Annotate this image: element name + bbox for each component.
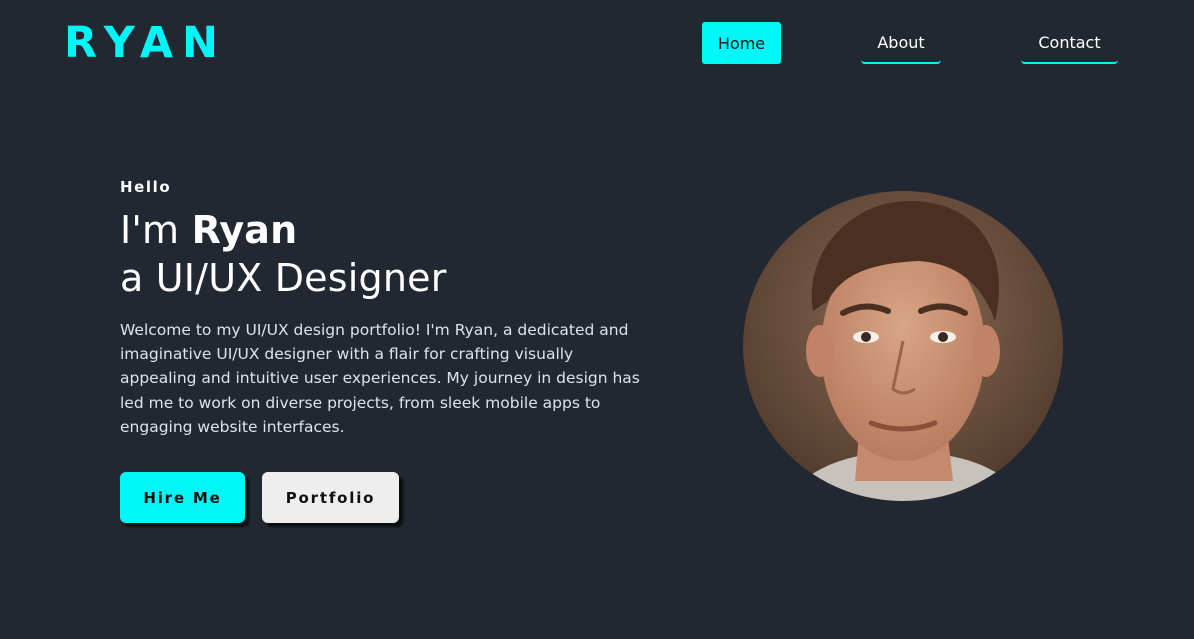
profile-photo-icon	[743, 191, 1063, 501]
headline-prefix: I'm	[120, 208, 192, 252]
portfolio-button[interactable]: Portfolio	[262, 472, 399, 523]
headline-name: Ryan	[191, 208, 298, 252]
headline-role: a UI/UX Designer	[120, 256, 447, 300]
nav-contact[interactable]: Contact	[1021, 22, 1118, 64]
hero-headline: I'm Ryan a UI/UX Designer	[120, 206, 650, 302]
nav-home[interactable]: Home	[702, 22, 781, 64]
nav-about[interactable]: About	[861, 22, 941, 64]
hero-buttons: Hire Me Portfolio	[120, 472, 399, 523]
hero-intro: Welcome to my UI/UX design portfolio! I'…	[120, 321, 640, 436]
site-logo[interactable]: RYAN	[64, 18, 227, 68]
hero-text: Hello I'm Ryan a UI/UX Designer Welcome …	[120, 176, 650, 439]
profile-photo	[743, 191, 1063, 501]
hero-greeting: Hello	[120, 178, 172, 196]
hire-me-button[interactable]: Hire Me	[120, 472, 245, 523]
